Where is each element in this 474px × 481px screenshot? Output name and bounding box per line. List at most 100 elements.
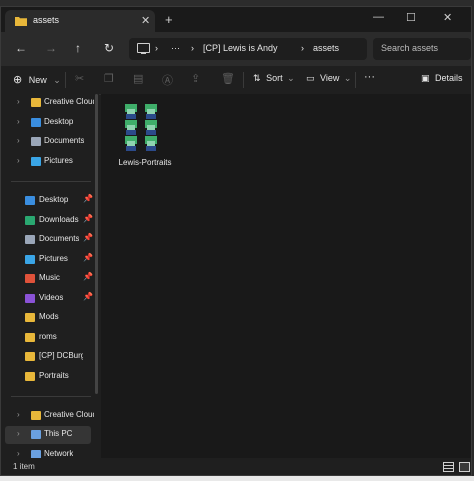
chevron-right-icon[interactable]: › [17,429,20,438]
forward-icon[interactable]: → [45,41,57,55]
pin-icon: 📌 [83,213,93,223]
close-window-icon[interactable]: ✕ [443,11,452,24]
sidebar-item-pictures[interactable]: › Pictures [1,153,95,171]
downloads-icon [25,215,35,225]
sidebar-item-documents[interactable]: Documents 📌 [1,231,95,249]
breadcrumb-chevron-icon: › [301,43,304,53]
sidebar-item-desktop[interactable]: › Desktop [1,114,95,132]
maximize-icon[interactable]: ☐ [406,11,416,24]
sidebar-item-creative-cloud[interactable]: › Creative Cloud [1,94,95,112]
sidebar-scrollbar[interactable] [95,94,98,394]
rename-icon[interactable]: Ⓐ [162,72,173,88]
more-options-icon[interactable]: ··· [364,71,375,83]
breadcrumb-more-icon[interactable]: ··· [171,43,180,53]
close-icon[interactable]: ✕ [141,14,150,27]
music-icon [25,274,35,283]
background-app-strip [0,476,474,481]
copy-icon[interactable]: ❐ [104,72,114,85]
breadcrumb-chevron-icon[interactable]: › [155,43,158,53]
back-icon[interactable]: ← [15,41,27,55]
cut-icon[interactable]: ✂ [75,72,84,85]
command-bar: ⊕ New ⌄ ✂ ❐ ▤ Ⓐ ⇪ 🗑 ⇅ Sort ⌄ ▭ View ⌄ ··… [1,66,471,95]
folder-icon [25,352,35,361]
large-icons-view-icon[interactable] [459,462,470,474]
sidebar-item-this-pc[interactable]: › This PC [5,426,91,444]
chevron-right-icon[interactable]: › [17,97,20,106]
paste-icon[interactable]: ▤ [133,72,143,85]
sidebar-item-roms[interactable]: roms [1,329,95,347]
documents-icon [25,235,35,244]
chevron-right-icon[interactable]: › [17,156,20,165]
delete-icon[interactable]: 🗑 [221,72,235,85]
chevron-right-icon[interactable]: › [17,449,20,458]
up-icon[interactable]: ↑ [75,41,81,55]
pin-icon: 📌 [83,252,93,262]
title-bar: assets ✕ + — ☐ ✕ [1,7,471,32]
folder-icon [25,313,35,322]
view-button[interactable]: ▭ View ⌄ [306,73,351,84]
chevron-down-icon: ⌄ [343,73,352,83]
sidebar-item-portraits[interactable]: Portraits [1,368,95,386]
chevron-right-icon[interactable]: › [17,410,20,419]
minimize-icon[interactable]: — [373,11,384,23]
search-input[interactable]: Search assets [373,38,471,60]
sidebar-item-label: [CP] DCBurger's [39,351,83,360]
sidebar-item-downloads[interactable]: Downloads 📌 [1,212,95,230]
network-icon [31,450,41,458]
sidebar-item-music[interactable]: Music 📌 [1,270,95,288]
chevron-down-icon: ⌄ [53,75,61,85]
divider [243,72,244,88]
file-item[interactable]: Lewis-Portraits [115,100,175,170]
details-button[interactable]: ▣ Details [421,73,463,84]
desktop-icon [31,118,41,127]
sort-button[interactable]: ⇅ Sort ⌄ [253,73,295,84]
details-view-icon[interactable] [443,462,454,474]
pc-icon [137,43,150,54]
pictures-icon [25,254,35,264]
breadcrumb-current[interactable]: assets [313,43,339,53]
sidebar-item-network[interactable]: › Network [1,446,95,458]
refresh-icon[interactable]: ↻ [104,41,114,55]
new-button[interactable]: ⊕ New ⌄ [13,73,61,86]
file-list: Lewis-Portraits [101,94,471,458]
sidebar-item-documents[interactable]: › Documents [1,133,95,151]
chevron-right-icon[interactable]: › [17,136,20,145]
file-explorer-window: assets ✕ + — ☐ ✕ ← → ↑ ↻ › ··· › [CP] Le… [0,6,472,476]
sidebar-item-label: Creative Cloud [44,97,94,106]
videos-icon [25,293,35,303]
sidebar-item-label: Pictures [39,253,68,263]
address-row: ← → ↑ ↻ › ··· › [CP] Lewis is Andy › ass… [1,32,471,66]
file-name: Lewis-Portraits [118,158,172,167]
pin-icon: 📌 [83,272,93,281]
sidebar-item-mods[interactable]: Mods [1,309,95,327]
sidebar-item-label: Creative Cloud F [44,410,94,419]
pin-icon: 📌 [83,194,93,203]
sidebar-item-label: roms [39,331,57,341]
details-icon: ▣ [421,73,430,83]
image-file-icon [125,104,157,151]
tab-assets[interactable]: assets ✕ [5,10,155,32]
plus-icon: ⊕ [13,74,23,86]
address-bar[interactable]: › ··· › [CP] Lewis is Andy › assets [129,38,367,60]
chevron-down-icon: ⌄ [287,73,295,83]
sidebar-item-creative-cloud-f[interactable]: › Creative Cloud F [1,407,95,425]
sidebar-item-label: Desktop [39,195,69,204]
sidebar-item-label: Documents [39,234,80,243]
folder-icon [25,371,35,381]
sidebar-item-cp-dcburger-s[interactable]: [CP] DCBurger's [1,348,95,366]
sidebar-item-desktop[interactable]: Desktop 📌 [1,192,95,210]
details-label: Details [435,73,463,83]
pictures-icon [31,157,41,166]
breadcrumb-parent[interactable]: [CP] Lewis is Andy [203,43,278,53]
sidebar-item-label: Network [44,449,74,458]
sidebar-item-label: Mods [39,312,59,321]
divider [11,396,91,397]
chevron-right-icon[interactable]: › [17,117,20,126]
sidebar-item-pictures[interactable]: Pictures 📌 [1,251,95,269]
share-icon[interactable]: ⇪ [191,72,200,85]
item-count: 1 item [13,462,35,471]
sidebar-item-videos[interactable]: Videos 📌 [1,290,95,308]
pin-icon: 📌 [83,233,93,242]
view-label: View [320,73,340,83]
add-tab-icon[interactable]: + [165,12,173,27]
